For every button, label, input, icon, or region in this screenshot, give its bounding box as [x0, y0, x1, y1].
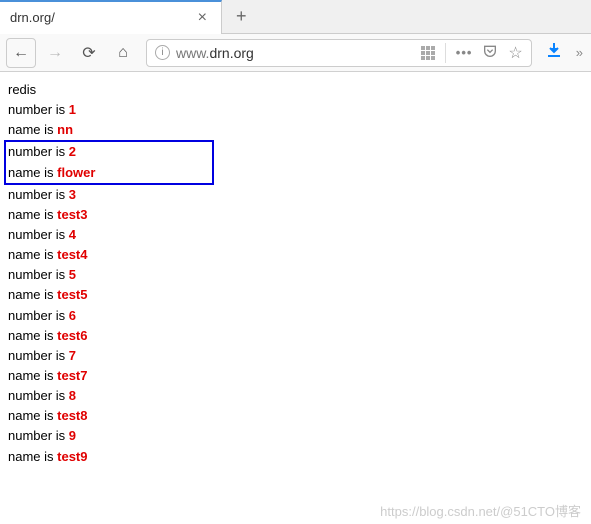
name-line: name is nn — [8, 120, 583, 140]
name-line: name is test5 — [8, 285, 583, 305]
new-tab-button[interactable]: + — [222, 6, 261, 27]
page-content: redis number is 1name is nnnumber is 2na… — [0, 72, 591, 475]
bookmark-icon[interactable]: ☆ — [508, 43, 522, 63]
reload-button[interactable]: ⟳ — [74, 38, 104, 68]
url-text: www.drn.org — [176, 45, 415, 61]
home-button[interactable]: ⌂ — [108, 38, 138, 68]
name-line: name is test9 — [8, 447, 583, 467]
number-line: number is 1 — [8, 100, 583, 120]
page-header: redis — [8, 80, 583, 100]
number-line: number is 8 — [8, 386, 583, 406]
address-bar[interactable]: i www.drn.org ••• ☆ — [146, 39, 532, 67]
toolbar: ← → ⟳ ⌂ i www.drn.org ••• ☆ » — [0, 34, 591, 72]
name-line: name is test6 — [8, 326, 583, 346]
url-actions: ••• ☆ — [421, 43, 523, 63]
toolbar-right: » — [540, 42, 585, 63]
back-button[interactable]: ← — [6, 38, 36, 68]
name-line: name is test7 — [8, 366, 583, 386]
number-line: number is 7 — [8, 346, 583, 366]
tab-bar: drn.org/ × + — [0, 0, 591, 34]
watermark: https://blog.csdn.net/@51CTO博客 — [380, 501, 581, 520]
browser-tab[interactable]: drn.org/ × — [0, 0, 222, 34]
number-line: number is 5 — [8, 265, 583, 285]
name-line: name is test3 — [8, 205, 583, 225]
reader-icon[interactable] — [421, 46, 435, 60]
overflow-icon[interactable]: » — [574, 45, 585, 60]
separator — [445, 43, 446, 63]
name-line: name is flower — [8, 163, 210, 183]
number-line: number is 4 — [8, 225, 583, 245]
name-line: name is test4 — [8, 245, 583, 265]
pocket-icon[interactable] — [482, 43, 498, 62]
downloads-button[interactable] — [540, 42, 568, 63]
number-line: number is 6 — [8, 306, 583, 326]
name-line: name is test8 — [8, 406, 583, 426]
number-line: number is 2 — [8, 142, 210, 162]
highlight-box: number is 2name is flower — [4, 140, 214, 184]
tab-title: drn.org/ — [10, 10, 55, 25]
close-tab-icon[interactable]: × — [194, 9, 211, 27]
page-actions-icon[interactable]: ••• — [456, 45, 473, 60]
number-line: number is 9 — [8, 426, 583, 446]
site-info-icon[interactable]: i — [155, 45, 170, 60]
number-line: number is 3 — [8, 185, 583, 205]
forward-button: → — [40, 38, 70, 68]
